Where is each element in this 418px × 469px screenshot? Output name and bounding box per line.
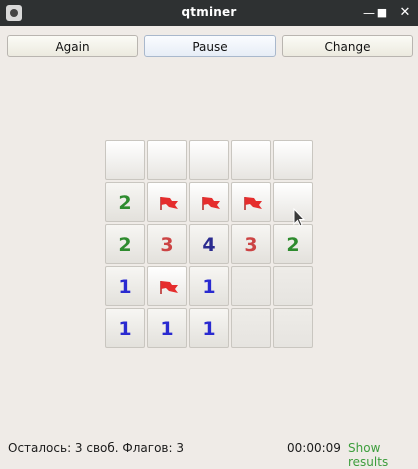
cell-number[interactable]: 4	[189, 224, 229, 264]
cell-flagged[interactable]	[147, 182, 187, 222]
cell-number[interactable]: 2	[105, 182, 145, 222]
cell-number[interactable]: 1	[147, 308, 187, 348]
flag-icon	[160, 281, 178, 294]
cell-number[interactable]: 1	[105, 308, 145, 348]
cell-closed[interactable]	[147, 140, 187, 180]
cell-flagged[interactable]	[147, 266, 187, 306]
cell-number[interactable]: 1	[105, 266, 145, 306]
pause-button[interactable]: Pause	[144, 35, 276, 57]
cell-number[interactable]: 1	[189, 308, 229, 348]
cell-flagged[interactable]	[231, 182, 271, 222]
cell-closed[interactable]	[273, 140, 313, 180]
cell-number[interactable]: 2	[105, 224, 145, 264]
cell-closed[interactable]	[189, 140, 229, 180]
status-remaining: Осталось: 3 своб. Флагов: 3	[8, 441, 184, 455]
game-timer: 00:00:09	[287, 441, 341, 455]
flag-icon	[160, 197, 178, 210]
maximize-icon[interactable]: ■	[373, 4, 391, 22]
cell-empty[interactable]	[231, 308, 271, 348]
cell-number[interactable]: 3	[147, 224, 187, 264]
close-icon[interactable]: ✕	[396, 4, 414, 22]
mouse-cursor-icon	[293, 208, 305, 227]
flag-icon	[202, 197, 220, 210]
title-bar: qtminer — – ■ ✕	[0, 0, 418, 26]
cell-empty[interactable]	[273, 308, 313, 348]
cell-number[interactable]: 3	[231, 224, 271, 264]
cell-closed[interactable]	[231, 140, 271, 180]
cell-number[interactable]: 2	[273, 224, 313, 264]
window-title: qtminer	[181, 5, 237, 19]
cell-empty[interactable]	[231, 266, 271, 306]
cell-flagged[interactable]	[189, 182, 229, 222]
cell-empty[interactable]	[273, 266, 313, 306]
again-button[interactable]: Again	[7, 35, 138, 57]
flag-icon	[244, 197, 262, 210]
cell-closed[interactable]	[105, 140, 145, 180]
show-results-link[interactable]: Show results	[348, 441, 418, 469]
cell-number[interactable]: 1	[189, 266, 229, 306]
change-button[interactable]: Change	[282, 35, 413, 57]
